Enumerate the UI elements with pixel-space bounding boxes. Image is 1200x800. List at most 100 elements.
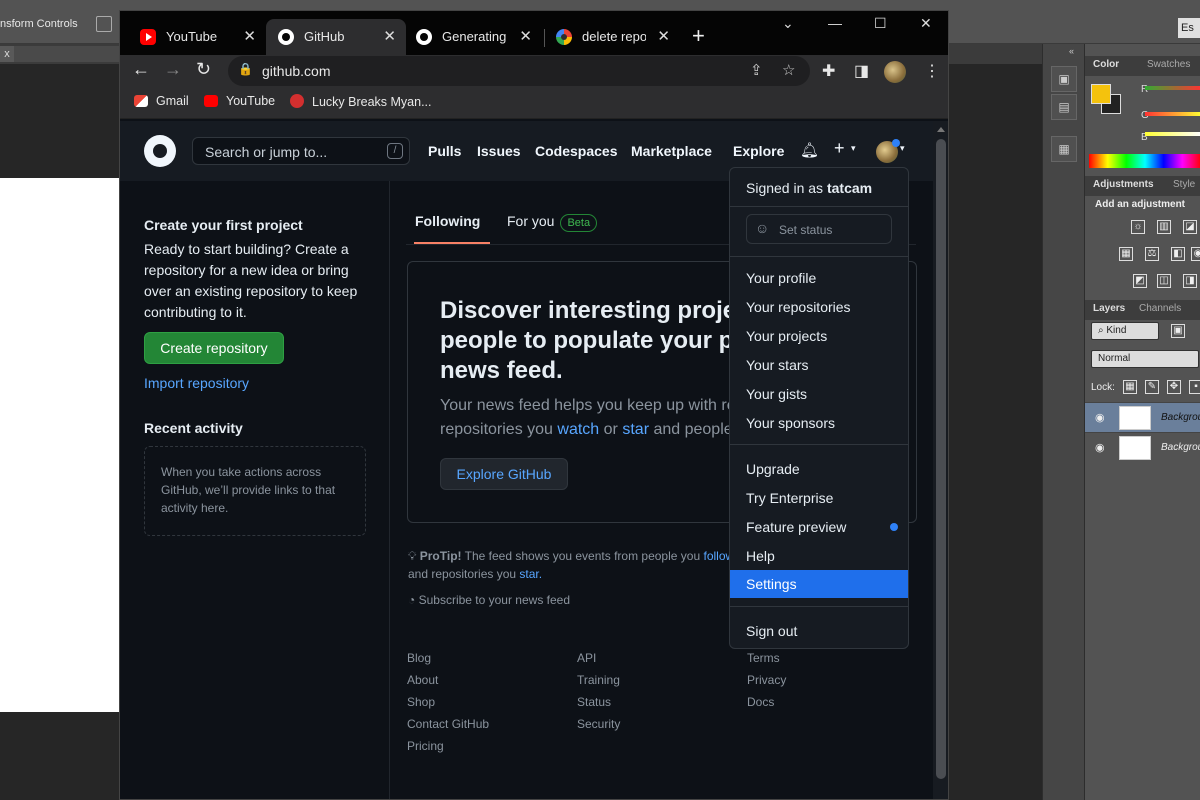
nav-issues[interactable]: Issues xyxy=(477,143,521,159)
lock-pixels-icon[interactable]: ▦ xyxy=(1123,380,1137,394)
menu-upgrade[interactable]: Upgrade xyxy=(730,455,908,483)
nav-codespaces[interactable]: Codespaces xyxy=(535,143,617,159)
gradient-map-icon[interactable]: ◨ xyxy=(1183,274,1197,288)
layer-kind-filter[interactable]: ⌕ Kind xyxy=(1091,322,1159,340)
minimize-button[interactable]: — xyxy=(828,15,842,31)
layer-name[interactable]: Backgrou xyxy=(1161,412,1200,423)
tab-for-you[interactable]: For you Beta xyxy=(507,213,598,232)
subscribe-link[interactable]: ◔ Subscribe to your news feed xyxy=(408,593,570,607)
scroll-thumb[interactable] xyxy=(936,139,946,779)
tab-search-icon[interactable]: ⌄ xyxy=(782,15,794,32)
bookmark-star-icon[interactable]: ☆ xyxy=(782,61,795,79)
close-window-button[interactable]: ✕ xyxy=(920,15,932,32)
image-filter-icon[interactable]: ▣ xyxy=(1171,324,1185,338)
footer-link[interactable]: Terms xyxy=(747,651,780,665)
create-repository-button[interactable]: Create repository xyxy=(144,332,284,364)
visibility-eye-icon[interactable]: ◉ xyxy=(1095,441,1105,454)
import-repository-link[interactable]: Import repository xyxy=(144,375,249,391)
brightness-icon[interactable]: ☼ xyxy=(1131,220,1145,234)
menu-settings[interactable]: Settings xyxy=(730,570,908,598)
nav-pulls[interactable]: Pulls xyxy=(428,143,461,159)
lock-position-icon[interactable]: ✥ xyxy=(1167,380,1181,394)
menu-your-profile[interactable]: Your profile xyxy=(730,264,908,292)
github-logo-icon[interactable] xyxy=(144,135,176,167)
footer-link[interactable]: Status xyxy=(577,695,611,709)
footer-link[interactable]: Shop xyxy=(407,695,435,709)
escape-button[interactable]: Es xyxy=(1178,18,1200,38)
layer-name[interactable]: Backgrou xyxy=(1161,442,1200,453)
close-icon[interactable]: ✕ xyxy=(519,27,532,45)
visibility-eye-icon[interactable]: ◉ xyxy=(1095,411,1105,424)
reload-icon[interactable]: ↻ xyxy=(196,59,211,80)
footer-link[interactable]: Blog xyxy=(407,651,431,665)
vibrance-icon[interactable]: ▦ xyxy=(1119,247,1133,261)
black-white-icon[interactable]: ◧ xyxy=(1171,247,1185,261)
footer-link[interactable]: Docs xyxy=(747,695,774,709)
blend-mode-select[interactable]: Normal xyxy=(1091,350,1199,368)
exposure-icon[interactable]: ◪ xyxy=(1183,220,1197,234)
tab-generating[interactable]: Generating a ✕ xyxy=(404,19,542,55)
bookmark-youtube[interactable]: YouTube xyxy=(204,94,275,114)
bookmark-gmail[interactable]: Gmail xyxy=(134,94,189,114)
channels-tab[interactable]: Channels xyxy=(1139,303,1181,314)
set-status-button[interactable]: ☺ Set status xyxy=(746,214,892,244)
chevron-down-icon[interactable]: ▾ xyxy=(851,143,856,154)
profile-avatar[interactable] xyxy=(884,61,906,83)
menu-help[interactable]: Help xyxy=(730,542,908,570)
nav-marketplace[interactable]: Marketplace xyxy=(631,143,712,159)
swatches-tab[interactable]: Swatches xyxy=(1147,59,1190,70)
forward-icon[interactable]: → xyxy=(164,59,182,80)
close-icon[interactable]: ✕ xyxy=(657,27,670,45)
close-icon[interactable]: ✕ xyxy=(383,27,396,45)
footer-link[interactable]: API xyxy=(577,651,596,665)
explore-github-button[interactable]: Explore GitHub xyxy=(440,458,568,490)
create-new-plus-icon[interactable]: + xyxy=(834,138,845,159)
color-spectrum[interactable] xyxy=(1089,154,1200,168)
green-slider[interactable] xyxy=(1145,112,1200,116)
lock-paint-icon[interactable]: ✎ xyxy=(1145,380,1159,394)
share-icon[interactable]: ⇪ xyxy=(750,61,763,79)
watch-link[interactable]: watch xyxy=(557,421,599,438)
lock-all-icon[interactable]: ▪ xyxy=(1189,380,1200,394)
menu-kebab-icon[interactable]: ⋮ xyxy=(924,61,940,81)
chevron-down-icon[interactable]: ▾ xyxy=(900,143,905,154)
photoshop-canvas[interactable] xyxy=(0,178,122,712)
lock-icon[interactable]: 🔒 xyxy=(238,62,253,76)
tab-following[interactable]: Following xyxy=(415,213,480,229)
footer-link[interactable]: About xyxy=(407,673,438,687)
balance-icon[interactable]: ⚖ xyxy=(1145,247,1159,261)
extensions-icon[interactable]: ✚ xyxy=(822,61,835,81)
history-panel-icon[interactable]: ▣ xyxy=(1051,66,1077,92)
menu-feature-preview[interactable]: Feature preview xyxy=(730,513,908,541)
tab-github[interactable]: GitHub ✕ xyxy=(266,19,406,55)
menu-your-repositories[interactable]: Your repositories xyxy=(730,293,908,321)
align-icon[interactable] xyxy=(96,16,112,32)
actions-panel-icon[interactable]: ▦ xyxy=(1051,136,1077,162)
document-tab-close[interactable]: x xyxy=(0,46,14,62)
foreground-color-swatch[interactable] xyxy=(1091,84,1111,104)
transform-controls-label[interactable]: nsform Controls xyxy=(0,18,78,30)
menu-try-enterprise[interactable]: Try Enterprise xyxy=(730,484,908,512)
search-input[interactable]: Search or jump to... / xyxy=(192,137,410,165)
menu-your-sponsors[interactable]: Your sponsors xyxy=(730,409,908,437)
styles-tab[interactable]: Style xyxy=(1173,179,1195,190)
bookmark-lucky-breaks[interactable]: Lucky Breaks Myan... xyxy=(290,94,432,114)
nav-explore[interactable]: Explore xyxy=(733,143,784,159)
adjustments-tab[interactable]: Adjustments xyxy=(1093,179,1154,190)
color-tab[interactable]: Color xyxy=(1093,59,1119,70)
menu-your-gists[interactable]: Your gists xyxy=(730,380,908,408)
menu-your-stars[interactable]: Your stars xyxy=(730,351,908,379)
photo-filter-icon[interactable]: ◉ xyxy=(1191,247,1200,261)
footer-link[interactable]: Pricing xyxy=(407,739,444,753)
address-bar[interactable]: 🔒 github.com ⇪ ☆ xyxy=(228,56,810,86)
address-url[interactable]: github.com xyxy=(262,63,330,79)
side-panel-icon[interactable]: ◨ xyxy=(854,61,869,81)
blue-slider[interactable] xyxy=(1145,132,1200,136)
back-icon[interactable]: ← xyxy=(132,59,150,80)
tab-youtube[interactable]: YouTube ✕ xyxy=(128,19,266,55)
scroll-up-arrow[interactable] xyxy=(937,127,945,132)
layer-row[interactable]: ◉ Backgrou xyxy=(1085,432,1200,462)
menu-your-projects[interactable]: Your projects xyxy=(730,322,908,350)
invert-icon[interactable]: ◩ xyxy=(1133,274,1147,288)
threshold-icon[interactable]: ◫ xyxy=(1157,274,1171,288)
